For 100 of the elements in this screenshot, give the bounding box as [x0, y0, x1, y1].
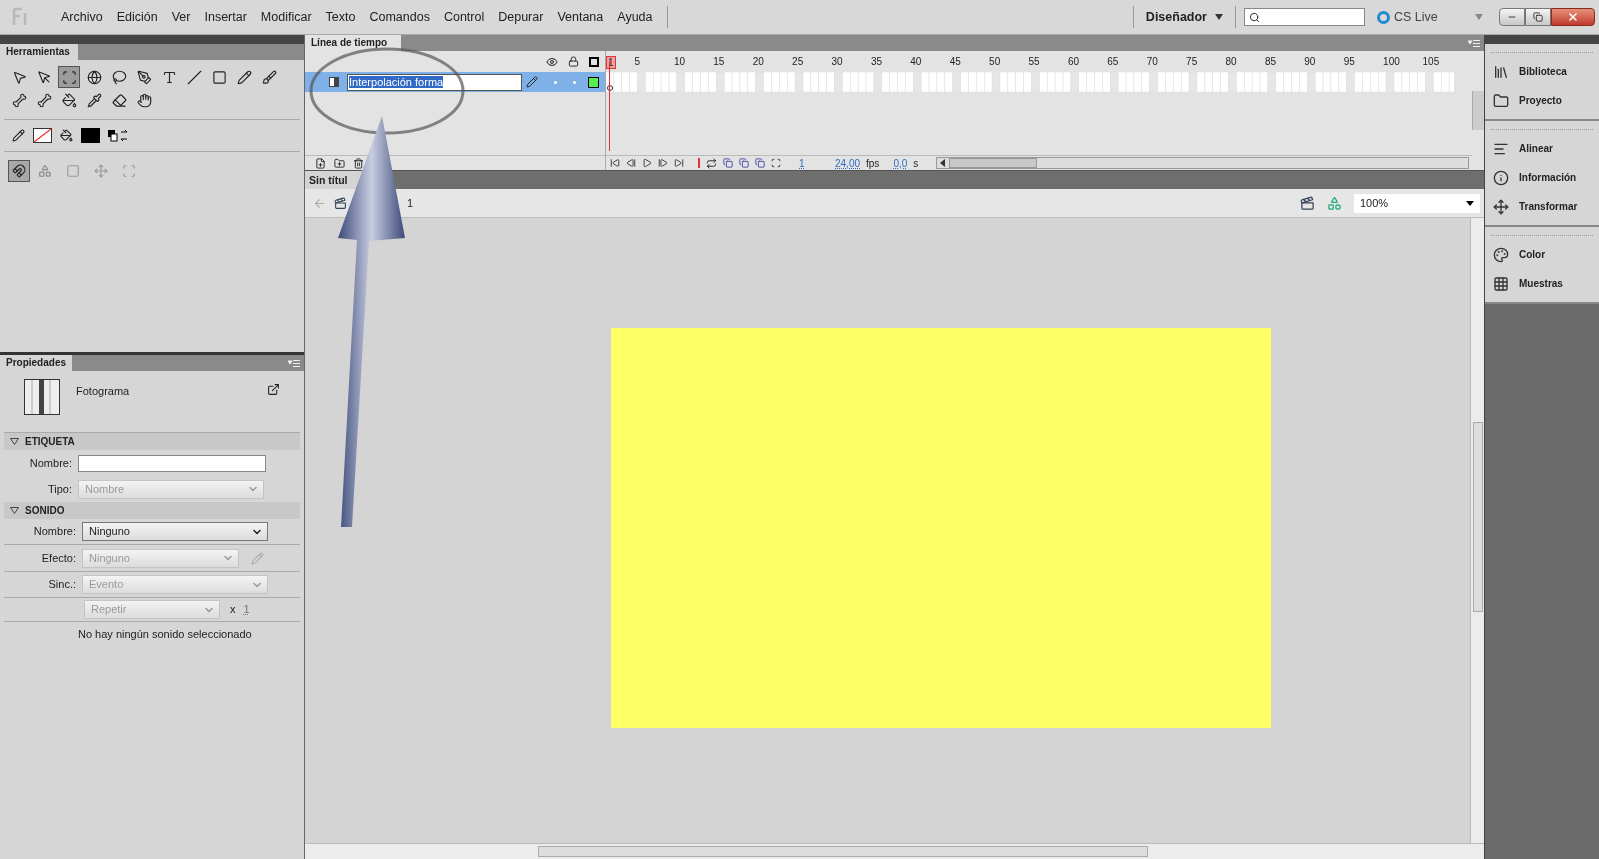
dotted-frame-icon[interactable] [58, 66, 80, 88]
dock-panel-button[interactable]: Información [1485, 163, 1599, 192]
seconds-unit: s [913, 156, 919, 171]
swap-colors-icon[interactable] [108, 129, 130, 142]
frame-number: 10 [673, 56, 686, 67]
play-icon[interactable] [642, 158, 652, 168]
menu-item[interactable]: Edición [109, 7, 165, 27]
frame-number: 75 [1186, 56, 1198, 67]
panel-menu-icon[interactable] [1468, 40, 1480, 47]
fps-unit: fps [866, 156, 880, 171]
step-forward-icon[interactable] [658, 158, 668, 168]
no-stroke-swatch[interactable] [33, 128, 52, 143]
disclosure-triangle-icon [10, 507, 19, 514]
outline-square-icon[interactable] [589, 56, 599, 67]
new-layer-icon[interactable] [315, 157, 326, 169]
field-label: Tipo: [46, 481, 72, 497]
dock-panel-button[interactable]: Transformar [1485, 192, 1599, 221]
zoom-dropdown[interactable]: 100% [1354, 193, 1480, 213]
dropdown[interactable]: Ninguno [82, 522, 268, 541]
menu-item[interactable]: Modificar [253, 7, 319, 27]
scene-label[interactable]: 1 [407, 194, 414, 212]
caret-icon [1215, 14, 1223, 20]
dock-panel-button[interactable]: Proyecto [1485, 86, 1599, 115]
menu-item[interactable]: Archivo [54, 7, 110, 27]
edit-frames-icon[interactable] [755, 158, 765, 168]
restore-icon [1533, 12, 1543, 22]
frame-number: 20 [752, 56, 764, 67]
books-icon [1493, 63, 1509, 80]
workspace-switcher[interactable]: Diseñador [1145, 7, 1223, 27]
field-label: Efecto: [40, 550, 76, 566]
horizontal-scrollbar[interactable] [936, 157, 1470, 169]
disclosure-triangle-icon [10, 438, 19, 445]
frame-number: 70 [1146, 56, 1158, 67]
panel-menu-icon[interactable] [288, 360, 300, 367]
dock-panel-button[interactable]: Biblioteca [1485, 57, 1599, 86]
eye-icon[interactable] [546, 55, 558, 68]
lock-icon[interactable] [568, 56, 579, 67]
new-folder-icon[interactable] [334, 157, 345, 169]
step-back-icon[interactable] [626, 158, 636, 168]
panel-tab[interactable]: Línea de tiempo [305, 35, 401, 51]
document-tab[interactable]: Sin títul [305, 171, 350, 189]
scroll-left-arrow-icon[interactable] [939, 159, 948, 167]
dock-panel-button[interactable]: Alinear [1485, 134, 1599, 163]
dock-panel-button[interactable]: Color [1485, 240, 1599, 269]
onion-outline-icon[interactable] [739, 158, 749, 168]
last-frame-icon[interactable] [674, 158, 684, 168]
edit-scene-icon[interactable] [1300, 195, 1315, 211]
menu-item[interactable]: Texto [318, 7, 363, 27]
frame-thumbnail-icon [24, 379, 60, 415]
section-header[interactable]: ETIQUETA [4, 433, 300, 450]
help-link-icon[interactable] [267, 383, 280, 396]
menu-item[interactable]: Control [436, 7, 492, 27]
first-frame-icon[interactable] [610, 158, 620, 168]
frame-number: 105 [1422, 56, 1440, 67]
vertical-scrollbar[interactable] [1470, 218, 1484, 843]
stroke-color-icon[interactable] [12, 129, 25, 142]
fill-color-icon[interactable] [60, 129, 73, 142]
fill-swatch[interactable] [81, 128, 100, 143]
layer-row[interactable]: Interpolación forma [305, 72, 605, 92]
layer-color-swatch[interactable] [588, 76, 599, 88]
scene-icon [334, 196, 347, 210]
minimize-button[interactable] [1499, 8, 1525, 26]
name-input[interactable] [78, 454, 266, 472]
section-header[interactable]: SONIDO [4, 502, 300, 519]
current-frame[interactable]: 1 [799, 155, 829, 171]
layer-name-input[interactable]: Interpolación forma [347, 73, 522, 91]
frame-number: 55 [1028, 56, 1040, 67]
cs-live-ring-icon [1377, 10, 1390, 24]
layer-icon [329, 77, 339, 87]
modify-markers-icon[interactable] [771, 158, 781, 168]
snap-magnet-button[interactable] [8, 160, 30, 182]
menu-item[interactable]: Ver [164, 7, 198, 27]
loop-icon[interactable] [706, 157, 717, 169]
search-icon [1249, 11, 1260, 23]
frame-number: 30 [831, 56, 843, 67]
object-type-label: Fotograma [76, 384, 131, 399]
onion-skin-icon[interactable] [723, 158, 733, 168]
horizontal-scrollbar[interactable] [305, 843, 1484, 859]
caret-icon [1466, 200, 1474, 206]
panel-tab[interactable]: Herramientas [0, 44, 78, 60]
trash-icon[interactable] [353, 157, 364, 169]
menu-item[interactable]: Insertar [197, 7, 254, 27]
frame-rate[interactable]: 24,00 [835, 155, 861, 171]
vertical-scrollbar[interactable] [1472, 91, 1484, 130]
frame-number: 5 [634, 56, 641, 67]
field-label: Nombre: [28, 455, 72, 471]
field-label: Sinc.: [47, 577, 76, 593]
close-button[interactable] [1551, 8, 1595, 26]
menu-item[interactable]: Depurar [491, 7, 551, 27]
search-field[interactable] [1244, 8, 1365, 26]
panel-tab[interactable]: Propiedades [0, 355, 72, 371]
menu-item[interactable]: Comandos [362, 7, 437, 27]
menu-item[interactable]: Ayuda [610, 7, 660, 27]
frame-number: 45 [949, 56, 961, 67]
cs-live-button[interactable]: CS Live [1377, 7, 1475, 27]
menu-item[interactable]: Ventana [550, 7, 611, 27]
info-icon [1493, 169, 1509, 186]
dock-panel-button[interactable]: Muestras [1485, 269, 1599, 298]
close-icon [1567, 11, 1579, 23]
restore-button[interactable] [1525, 8, 1551, 26]
